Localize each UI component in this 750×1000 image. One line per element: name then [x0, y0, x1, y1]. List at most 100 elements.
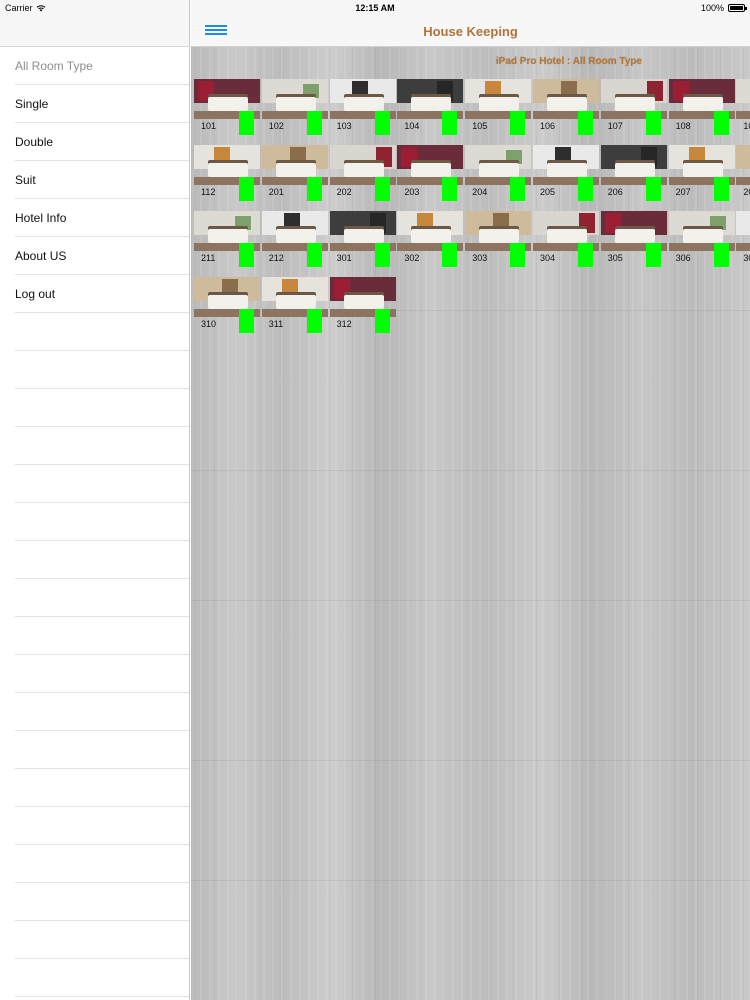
wood-plank-seam — [191, 880, 750, 881]
sidebar-empty-row — [15, 465, 189, 503]
room-number: 10 — [743, 121, 750, 131]
room-number: 211 — [201, 253, 216, 263]
wood-plank-seam — [191, 600, 750, 601]
room-tile[interactable]: 103 — [329, 79, 396, 135]
status-time: 12:15 AM — [355, 3, 395, 13]
room-tile[interactable]: 212 — [261, 211, 328, 267]
wood-plank-seam — [191, 470, 750, 471]
room-tile[interactable]: 112 — [194, 145, 260, 201]
room-number: 30 — [743, 253, 750, 263]
room-tile[interactable]: 306 — [668, 211, 735, 267]
sidebar-item-all-room-type[interactable]: All Room Type — [15, 47, 189, 85]
room-tile[interactable]: 207 — [668, 145, 735, 201]
sidebar-empty-row — [15, 807, 189, 845]
room-tile[interactable]: 104 — [397, 79, 464, 135]
room-status-indicator — [442, 243, 458, 267]
sidebar-item-about-us[interactable]: About US — [15, 237, 189, 275]
room-photo — [736, 211, 750, 251]
room-status-indicator — [239, 111, 254, 135]
room-number: 207 — [675, 187, 691, 197]
room-number: 203 — [404, 187, 420, 197]
room-tile[interactable]: 205 — [533, 145, 599, 201]
room-number: 102 — [268, 121, 284, 131]
room-tile[interactable]: 108 — [668, 79, 735, 135]
room-tile[interactable]: 304 — [533, 211, 599, 267]
room-tile[interactable]: 211 — [194, 211, 260, 267]
room-tile[interactable]: 302 — [397, 211, 464, 267]
room-tile[interactable]: 303 — [465, 211, 532, 267]
room-tile[interactable]: 102 — [261, 79, 328, 135]
sidebar-empty-row — [15, 731, 189, 769]
room-tile[interactable]: 311 — [261, 277, 328, 333]
room-status-indicator — [306, 243, 322, 267]
room-status-indicator — [510, 177, 526, 201]
room-status-indicator — [510, 243, 526, 267]
room-number: 201 — [268, 187, 284, 197]
room-number: 305 — [607, 253, 623, 263]
room-photo — [736, 79, 750, 119]
room-number: 310 — [201, 319, 217, 329]
sidebar-menu: All Room Type Single Double Suit Hotel Info A… — [0, 47, 189, 997]
room-status-indicator — [306, 177, 322, 201]
room-number: 303 — [472, 253, 488, 263]
sidebar-empty-row — [15, 427, 189, 465]
room-status-indicator — [374, 111, 390, 135]
wood-plank-seam — [191, 760, 750, 761]
hotel-subtitle: iPad Pro Hotel : All Room Type — [495, 56, 642, 67]
sidebar-empty-row — [15, 655, 189, 693]
room-number: 304 — [540, 253, 556, 263]
room-status-indicator — [239, 309, 254, 333]
room-status-indicator — [239, 243, 254, 267]
room-tile[interactable]: 20 — [736, 145, 750, 201]
sidebar-item-single[interactable]: Single — [15, 85, 189, 123]
room-tile[interactable]: 30 — [736, 211, 750, 267]
room-status-indicator — [374, 243, 390, 267]
room-number: 202 — [336, 187, 352, 197]
room-photo — [736, 145, 750, 185]
room-tile[interactable]: 204 — [465, 145, 532, 201]
main-content: House Keeping iPad Pro Hotel : All Room … — [191, 0, 750, 1000]
room-tile[interactable]: 312 — [329, 277, 396, 333]
room-number: 301 — [336, 253, 352, 263]
sidebar-empty-row — [15, 617, 189, 655]
room-number: 108 — [675, 121, 691, 131]
room-status-indicator — [578, 111, 593, 135]
sidebar-empty-row — [15, 503, 189, 541]
room-tile[interactable]: 301 — [329, 211, 396, 267]
room-status-indicator — [442, 111, 458, 135]
room-tile[interactable]: 305 — [600, 211, 667, 267]
room-tile[interactable]: 10 — [736, 79, 750, 135]
room-number: 204 — [472, 187, 488, 197]
room-status-indicator — [374, 177, 390, 201]
sidebar-empty-row — [15, 959, 189, 997]
room-number: 312 — [336, 319, 352, 329]
room-tile[interactable]: 107 — [600, 79, 667, 135]
room-status-indicator — [713, 177, 729, 201]
room-status-indicator — [306, 309, 322, 333]
room-number: 105 — [472, 121, 488, 131]
room-tile[interactable]: 201 — [261, 145, 328, 201]
sidebar-empty-row — [15, 389, 189, 427]
sidebar-item-double[interactable]: Double — [15, 123, 189, 161]
room-tile[interactable]: 202 — [329, 145, 396, 201]
room-number: 106 — [540, 121, 556, 131]
room-tile[interactable]: 310 — [194, 277, 260, 333]
room-tile[interactable]: 203 — [397, 145, 464, 201]
room-number: 205 — [540, 187, 556, 197]
room-status-indicator — [510, 111, 526, 135]
room-number: 112 — [201, 187, 216, 197]
sidebar-empty-row — [15, 845, 189, 883]
room-tile[interactable]: 106 — [533, 79, 599, 135]
sidebar-item-hotel-info[interactable]: Hotel Info — [15, 199, 189, 237]
room-tile[interactable]: 206 — [600, 145, 667, 201]
room-number: 104 — [404, 121, 420, 131]
sidebar-item-log-out[interactable]: Log out — [15, 275, 189, 313]
sidebar: All Room Type Single Double Suit Hotel Info A… — [0, 0, 190, 1000]
room-tile[interactable]: 101 — [194, 79, 260, 135]
room-number: 306 — [675, 253, 691, 263]
page-title: House Keeping — [423, 24, 518, 39]
sidebar-item-suit[interactable]: Suit — [15, 161, 189, 199]
room-status-indicator — [578, 177, 593, 201]
room-status-indicator — [645, 111, 661, 135]
room-tile[interactable]: 105 — [465, 79, 532, 135]
